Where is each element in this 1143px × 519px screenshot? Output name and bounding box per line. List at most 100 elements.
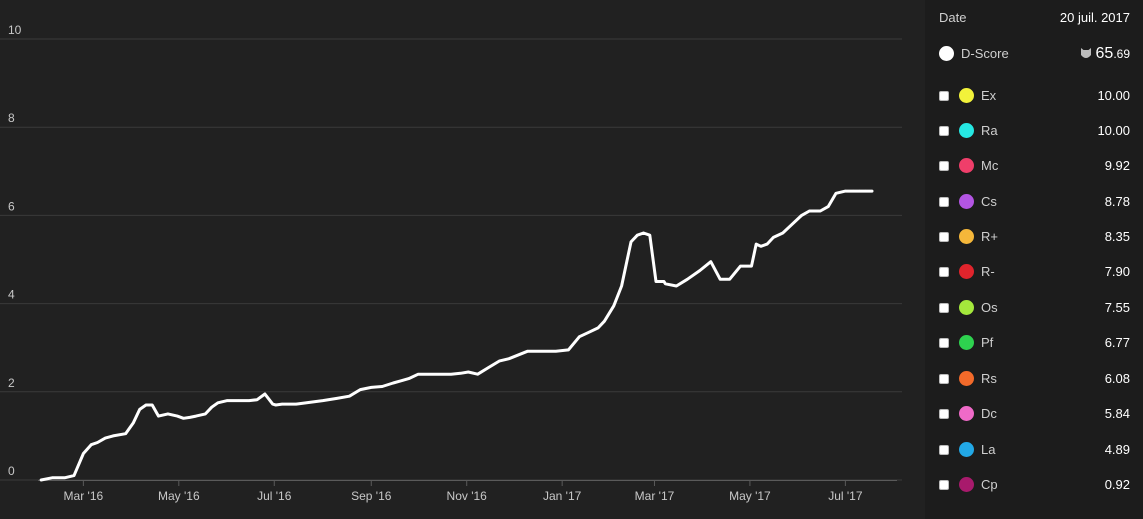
category-label: Os xyxy=(981,300,998,315)
data-point xyxy=(226,399,229,402)
category-checkbox[interactable] xyxy=(939,373,949,384)
category-row[interactable]: R+ 8.35 xyxy=(925,219,1130,254)
data-point xyxy=(407,377,410,380)
category-row[interactable]: Mc 9.92 xyxy=(925,148,1130,183)
category-checkbox[interactable] xyxy=(939,302,949,313)
category-value: 10.00 xyxy=(1097,88,1130,103)
x-tick-label: Nov '16 xyxy=(447,489,488,503)
date-label: Date xyxy=(939,10,967,25)
x-tick-label: May '17 xyxy=(729,489,771,503)
category-label: Rs xyxy=(981,371,997,386)
data-point xyxy=(722,278,725,281)
data-point xyxy=(321,399,324,402)
data-point xyxy=(654,280,658,283)
category-value: 6.08 xyxy=(1104,371,1130,386)
data-point xyxy=(578,335,581,338)
data-point xyxy=(844,189,847,193)
category-dot xyxy=(959,229,974,244)
data-point xyxy=(808,209,811,213)
data-point xyxy=(728,278,731,281)
category-row[interactable]: Dc 5.84 xyxy=(925,396,1130,431)
y-tick-label: 10 xyxy=(8,23,22,37)
category-row[interactable]: Ra 10.00 xyxy=(925,113,1130,148)
data-point xyxy=(686,278,689,281)
data-point xyxy=(698,269,702,272)
data-point xyxy=(428,373,431,376)
x-tick-label: Mar '17 xyxy=(635,489,675,503)
dscore-chart: 0 2 4 6 8 10 Mar '16 May '16 Jul '16 Sep '16 Nov '… xyxy=(0,0,910,519)
x-tick-label: Sep '16 xyxy=(351,489,392,503)
category-value: 9.92 xyxy=(1104,158,1130,173)
data-point xyxy=(834,192,838,195)
category-row[interactable]: Rs 6.08 xyxy=(925,361,1130,396)
data-point xyxy=(157,414,160,418)
category-row[interactable]: Pf 6.77 xyxy=(925,325,1130,360)
category-checkbox[interactable] xyxy=(939,231,949,242)
data-point xyxy=(271,402,274,406)
data-point xyxy=(542,350,545,353)
category-value: 4.89 xyxy=(1104,442,1130,457)
category-checkbox[interactable] xyxy=(939,90,949,101)
data-point xyxy=(204,412,207,416)
data-point xyxy=(567,348,570,352)
category-checkbox[interactable] xyxy=(939,337,949,348)
data-point xyxy=(507,357,511,360)
category-checkbox[interactable] xyxy=(939,196,949,207)
data-point xyxy=(359,388,362,391)
data-point xyxy=(819,209,822,213)
category-checkbox[interactable] xyxy=(939,125,949,136)
category-checkbox[interactable] xyxy=(939,266,949,277)
category-label: Cp xyxy=(981,477,998,492)
data-point xyxy=(176,414,179,418)
y-tick-label: 4 xyxy=(8,288,15,302)
y-tick-label: 2 xyxy=(8,376,15,390)
category-checkbox[interactable] xyxy=(939,160,949,171)
data-point xyxy=(534,350,537,353)
data-point xyxy=(858,189,861,193)
data-point xyxy=(124,432,127,435)
category-row[interactable]: R- 7.90 xyxy=(925,254,1130,289)
data-point xyxy=(636,234,639,237)
data-point xyxy=(111,434,115,438)
data-point xyxy=(39,478,43,482)
category-value: 6.77 xyxy=(1104,335,1130,350)
data-point xyxy=(82,452,85,455)
data-point xyxy=(50,476,54,479)
data-point xyxy=(348,395,351,398)
y-tick-label: 8 xyxy=(8,111,15,125)
data-point xyxy=(188,416,191,419)
data-point xyxy=(709,260,712,263)
data-point xyxy=(648,234,651,237)
category-row[interactable]: Os 7.55 xyxy=(925,290,1130,325)
data-point xyxy=(438,373,442,376)
category-value: 0.92 xyxy=(1104,477,1130,492)
category-label: Dc xyxy=(981,406,997,421)
category-row[interactable]: Cp 0.92 xyxy=(925,467,1130,502)
category-checkbox[interactable] xyxy=(939,408,949,419)
category-row[interactable]: La 4.89 xyxy=(925,432,1130,467)
date-value: 20 juil. 2017 xyxy=(1059,10,1130,25)
x-tick-label: Mar '16 xyxy=(64,489,104,503)
category-checkbox[interactable] xyxy=(939,479,949,490)
data-point xyxy=(194,414,198,418)
dscore-row: D-Score 65 .69 xyxy=(925,36,1130,71)
data-point xyxy=(864,189,867,193)
data-point xyxy=(144,403,148,407)
category-row[interactable]: Ex 10.00 xyxy=(925,78,1130,113)
data-point xyxy=(166,412,170,416)
category-row[interactable]: Cs 8.78 xyxy=(925,184,1130,219)
category-dot xyxy=(959,406,974,421)
data-point xyxy=(280,402,284,406)
data-point xyxy=(791,223,794,226)
category-dot xyxy=(959,88,974,103)
y-tick-label: 0 xyxy=(8,464,15,478)
category-dot xyxy=(959,300,974,315)
data-point xyxy=(417,373,420,376)
data-point xyxy=(467,370,470,374)
data-point xyxy=(182,417,185,420)
data-point xyxy=(765,242,769,246)
category-checkbox[interactable] xyxy=(939,444,949,455)
data-point xyxy=(449,373,453,376)
data-point xyxy=(370,386,373,389)
data-point xyxy=(138,408,141,411)
